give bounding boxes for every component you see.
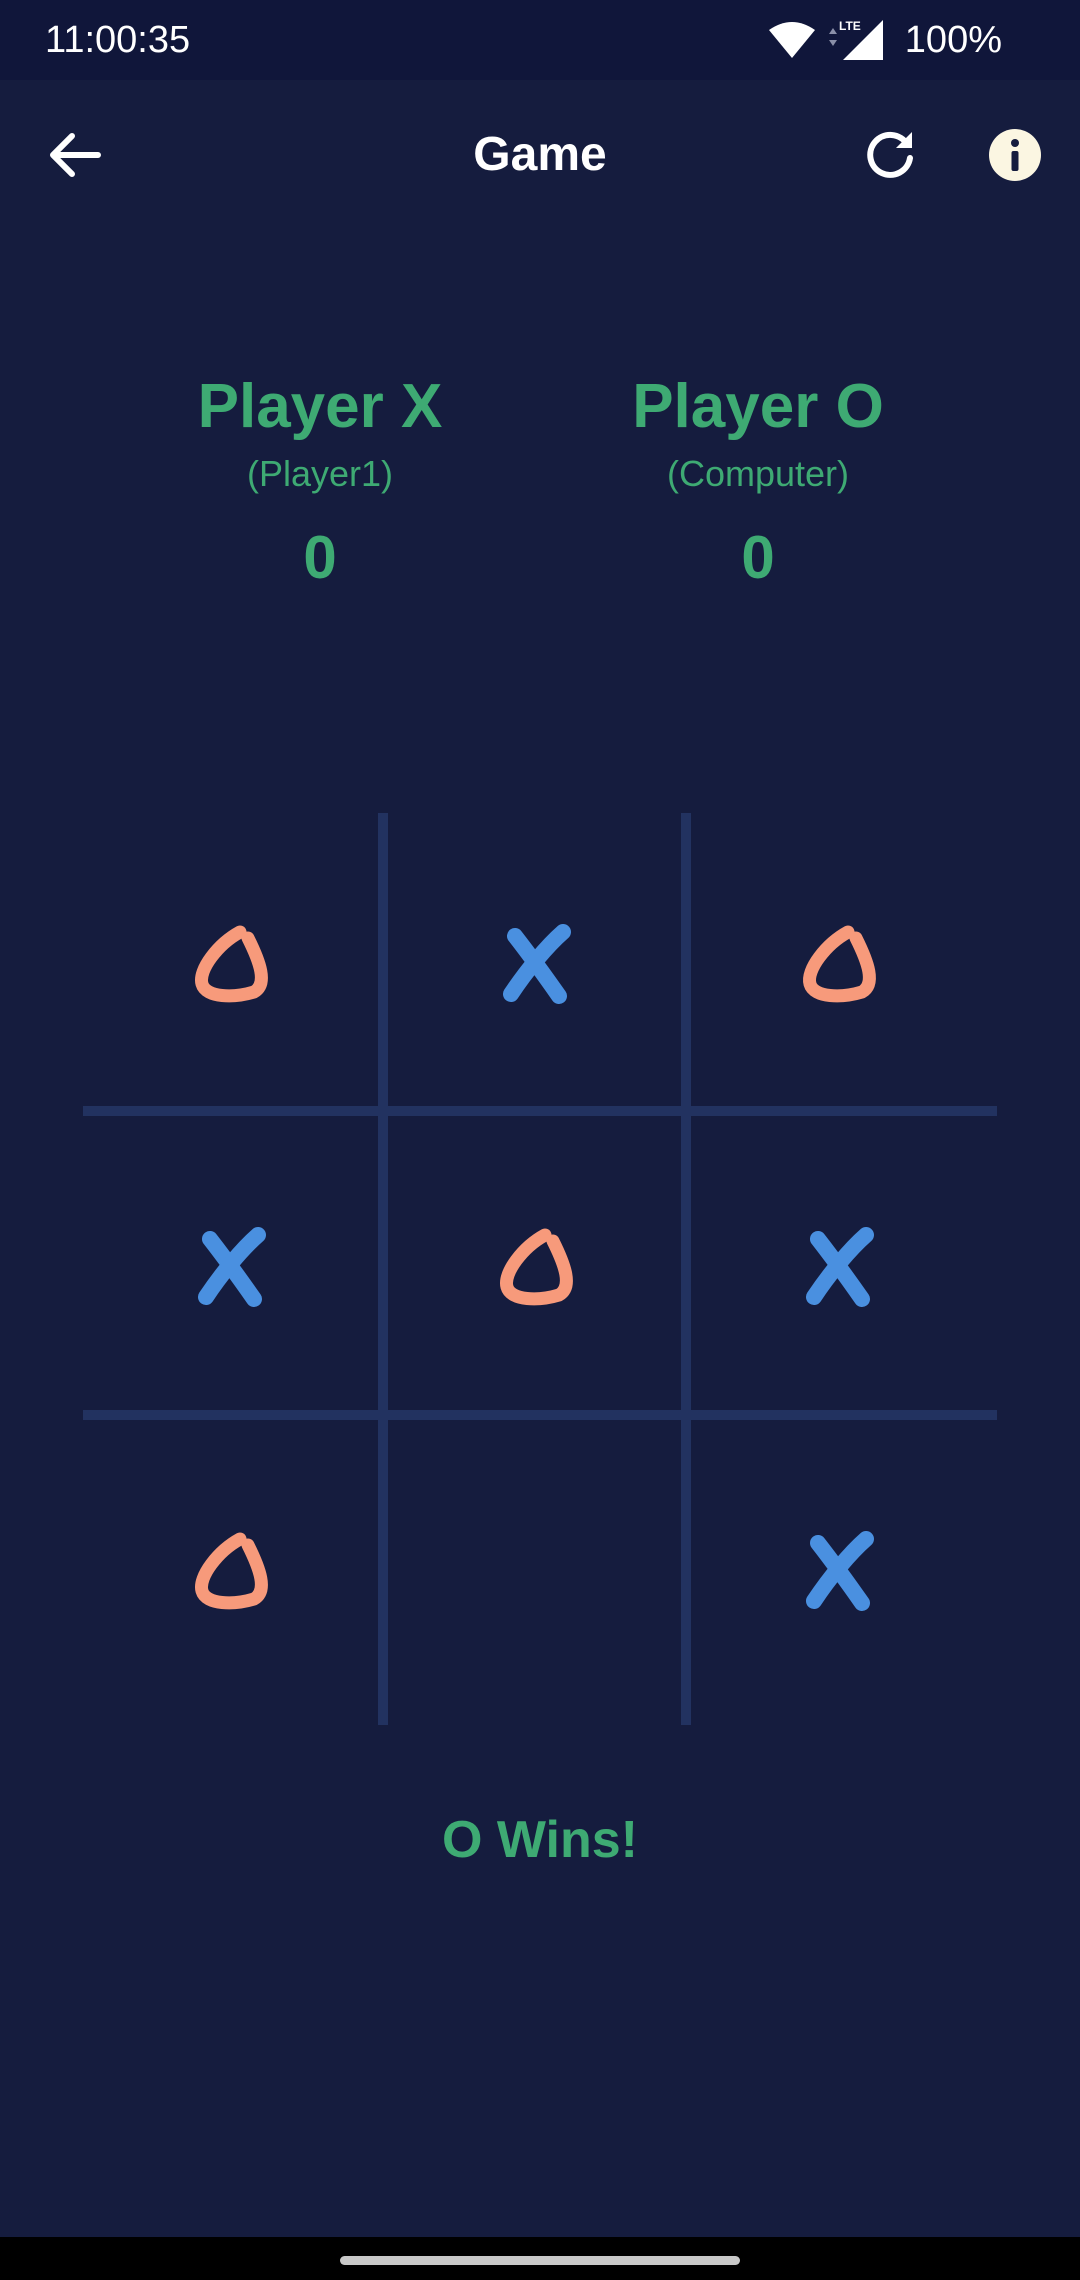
o-mark-icon [500,1228,573,1306]
player-o-panel: Player O (Computer) 0 [538,362,978,598]
lte-signal-icon: LTE [828,19,883,60]
player-o-name: Player O [632,372,884,441]
status-icons: LTE 100% [767,14,1002,66]
battery-percentage: 100% [904,18,1002,61]
network-type-label: LTE [839,19,861,33]
board-cell[interactable] [83,1116,383,1416]
status-bar: 11:00:35 LTE 100% [0,0,1080,80]
refresh-icon [867,131,913,178]
board-cell[interactable] [691,813,991,1113]
info-button[interactable] [980,120,1050,190]
board-cell[interactable] [388,1420,688,1720]
board-cell[interactable] [83,813,383,1113]
player-x-score: 0 [303,524,337,591]
x-mark-icon [806,1531,874,1611]
board-cell[interactable] [388,813,688,1113]
board-cell[interactable] [388,1116,688,1416]
player-x-name: Player X [197,372,443,441]
player-x-subtitle: (Player1) [246,453,394,494]
board-cell[interactable] [83,1420,383,1720]
back-button[interactable] [40,120,110,190]
home-gesture-handle[interactable] [340,2256,740,2265]
player-o-score: 0 [741,524,775,591]
wifi-icon [768,22,815,58]
player-o-subtitle: (Computer) [666,453,850,494]
o-mark-icon [803,925,876,1003]
game-board [83,813,997,1725]
x-mark-icon [503,924,571,1004]
player-x-panel: Player X (Player1) 0 [100,362,540,598]
o-mark-icon [195,1532,268,1610]
x-mark-icon [806,1227,874,1307]
info-icon [989,129,1041,181]
o-mark-icon [195,925,268,1003]
x-mark-icon [198,1227,266,1307]
arrow-back-icon [50,133,101,177]
status-time: 11:00:35 [45,19,191,61]
game-result: O Wins! [442,1811,638,1869]
app-bar: Game [0,80,1080,230]
board-cell[interactable] [691,1420,991,1720]
refresh-button[interactable] [855,120,925,190]
board-cell[interactable] [691,1116,991,1416]
